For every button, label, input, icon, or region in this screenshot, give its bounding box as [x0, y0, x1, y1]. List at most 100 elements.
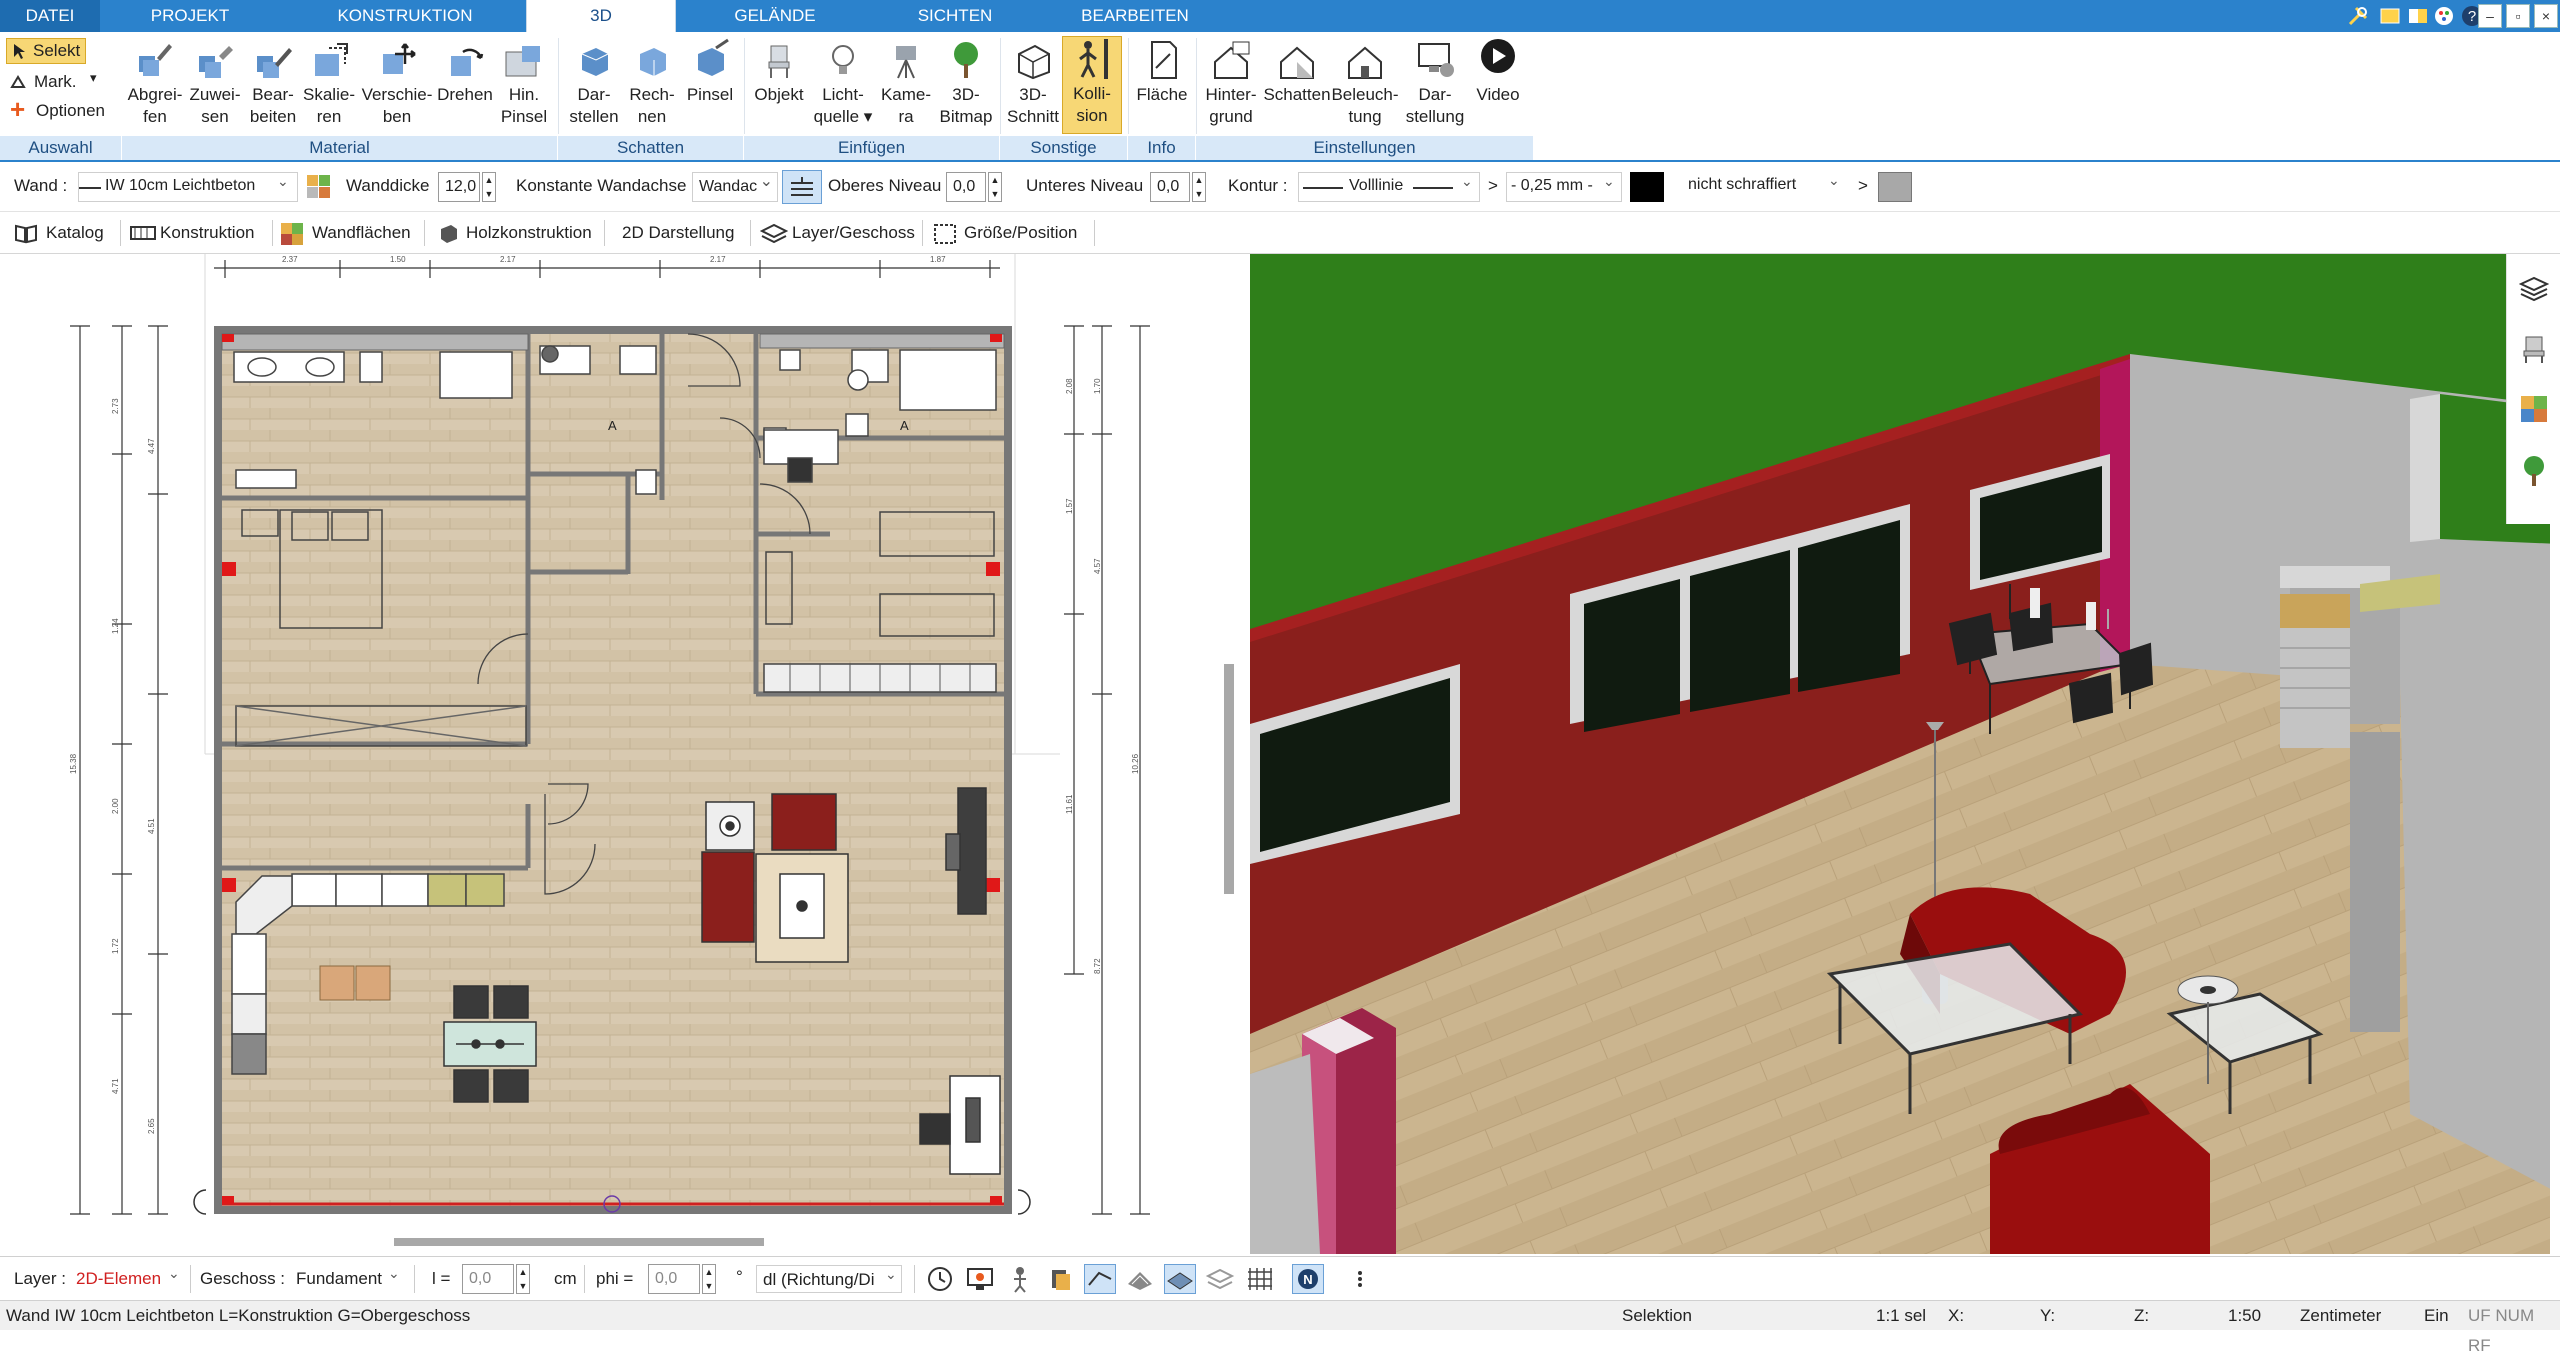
wandflaechen-button[interactable]: Wandflächen [280, 219, 420, 247]
mark-button[interactable]: Mark. ▾ [10, 70, 100, 94]
unteres-niveau-input[interactable]: 0,0 [1150, 172, 1190, 202]
wall-material-icon[interactable] [306, 174, 332, 200]
line-color-swatch[interactable] [1630, 172, 1664, 202]
tab-3d[interactable]: 3D [526, 0, 676, 32]
stack-icon[interactable] [1044, 1264, 1076, 1294]
abgreifen-button[interactable]: Abgrei- fen [122, 38, 188, 128]
floor-plan-view[interactable]: 2.37 1.50 2.17 2.17 1.87 2.73 4.47 1.24 … [0, 254, 1246, 1254]
konstruktion-panel-label: Konstruktion [160, 223, 255, 242]
tab-bearbeiten[interactable]: BEARBEITEN [1040, 0, 1230, 32]
surface-view-icon[interactable] [1164, 1264, 1196, 1294]
3d-view[interactable] [1250, 254, 2560, 1254]
layers-stack-icon[interactable] [1204, 1264, 1236, 1294]
phi-stepper[interactable]: ▲ ▼ [702, 1264, 716, 1294]
wand-type-dropdown[interactable]: IW 10cm Leichtbeton ⌄ [78, 172, 298, 202]
schatten-pinsel-button[interactable]: Pinsel [680, 38, 740, 106]
materials-icon[interactable] [2519, 394, 2549, 424]
flaeche-button[interactable]: Fläche [1132, 38, 1192, 106]
bearbeiten-button[interactable]: Bear- beiten [242, 38, 304, 128]
mark-label: Mark. [34, 72, 77, 91]
restore-button[interactable]: ▫ [2506, 4, 2530, 28]
wanddicke-input[interactable]: 12,0 [438, 172, 480, 202]
direction-value: dl (Richtung/Di [763, 1270, 875, 1289]
more-options-icon[interactable] [1344, 1264, 1376, 1294]
group-label-auswahl: Auswahl [0, 136, 122, 160]
phi-input[interactable]: 0,0 [648, 1264, 700, 1294]
oberes-niveau-stepper[interactable]: ▲ ▼ [988, 172, 1002, 202]
schraffur-more-arrow[interactable]: > [1858, 176, 1868, 196]
kollision-button[interactable]: Kolli- sion [1062, 36, 1122, 134]
status-selection: 1:1 sel [1876, 1306, 1927, 1325]
oberes-niveau-input[interactable]: 0,0 [946, 172, 986, 202]
status-scale: 1:50 [2228, 1306, 2262, 1325]
hatch-icon[interactable] [1124, 1264, 1156, 1294]
tab-sichten[interactable]: SICHTEN [880, 0, 1030, 32]
holzkonstruktion-button[interactable]: Holzkonstruktion [438, 219, 598, 247]
abgreifen-label-1: Abgrei- [127, 85, 183, 104]
drehen-button[interactable]: Drehen [434, 38, 496, 106]
layer-geschoss-button[interactable]: Layer/Geschoss [760, 219, 920, 247]
monitor-icon[interactable] [964, 1264, 996, 1294]
kontur-dropdown[interactable]: Volllinie ⌄ [1298, 172, 1480, 202]
direction-dropdown[interactable]: dl (Richtung/Di ⌄ [756, 1265, 902, 1293]
konstruktion-panel-button[interactable]: Konstruktion [130, 219, 270, 247]
unteres-niveau-stepper[interactable]: ▲ ▼ [1192, 172, 1206, 202]
layer-value: 2D-Elemen [76, 1269, 162, 1288]
dim-left-7: 4.71 [111, 1078, 120, 1094]
window-layout-icon[interactable] [2378, 4, 2402, 28]
verschieben-button[interactable]: Verschie- ben [356, 38, 438, 128]
schatten-settings-label-1: Schatten [1263, 85, 1331, 104]
minimize-button[interactable]: – [2478, 4, 2502, 28]
hintergrund-button[interactable]: Hinter- grund [1198, 38, 1264, 128]
close-button[interactable]: × [2534, 4, 2558, 28]
collision-person-icon [1079, 39, 1108, 79]
wall-view-icon[interactable] [1084, 1264, 1116, 1294]
objekt-button[interactable]: Objekt [748, 38, 810, 106]
tab-datei[interactable]: DATEI [0, 0, 100, 32]
tree-icon [954, 42, 978, 78]
beleuchtung-button[interactable]: Beleuch- tung [1330, 38, 1400, 128]
wanddicke-stepper[interactable]: ▲ ▼ [482, 172, 496, 202]
stroke-width-dropdown[interactable]: - 0,25 mm - ⌄ [1506, 172, 1622, 202]
darstellung-settings-button[interactable]: Dar- stellung [1400, 38, 1470, 128]
3d-bitmap-button[interactable]: 3D- Bitmap [934, 38, 998, 128]
plants-tree-icon[interactable] [2519, 454, 2549, 488]
3d-schnitt-button[interactable]: 3D- Schnitt [1004, 38, 1062, 128]
fill-color-swatch[interactable] [1878, 172, 1912, 202]
window-split-icon[interactable] [2406, 4, 2430, 28]
length-stepper[interactable]: ▲ ▼ [516, 1264, 530, 1294]
schatten-settings-button[interactable]: Schatten [1262, 38, 1332, 106]
schatten-darstellen-button[interactable]: Dar- stellen [562, 38, 626, 128]
layers-icon[interactable] [2518, 274, 2550, 304]
katalog-button[interactable]: Katalog [14, 219, 114, 247]
selekt-button[interactable]: Selekt [6, 38, 86, 64]
lichtquelle-button[interactable]: Licht- quelle ▾ [808, 38, 878, 128]
schraffur-dropdown[interactable]: nicht schraffiert ⌄ [1680, 172, 1850, 202]
object-chair-icon[interactable] [2519, 334, 2549, 364]
palette-icon[interactable] [2432, 4, 2456, 28]
geschoss-dropdown[interactable]: Fundament ⌄ [290, 1265, 406, 1293]
tab-gelaende[interactable]: GELÄNDE [690, 0, 860, 32]
figure-view-icon[interactable] [1004, 1264, 1036, 1294]
layer-dropdown[interactable]: 2D-Elemen ⌄ [70, 1265, 186, 1293]
tab-konstruktion[interactable]: KONSTRUKTION [300, 0, 510, 32]
optionen-button[interactable]: + Optionen [10, 94, 120, 124]
tab-projekt[interactable]: PROJEKT [110, 0, 270, 32]
schatten-rechnen-button[interactable]: Rech- nen [622, 38, 682, 128]
clock-icon[interactable] [924, 1264, 956, 1294]
zuweisen-button[interactable]: Zuwei- sen [184, 38, 246, 128]
length-input[interactable]: 0,0 [462, 1264, 514, 1294]
tools-icon[interactable] [2346, 4, 2370, 28]
2d-darstellung-button[interactable]: 2D Darstellung [622, 219, 742, 247]
wall-axis-icon[interactable] [782, 170, 822, 204]
kamera-button[interactable]: Kame- ra [876, 38, 936, 128]
geschoss-label: Geschoss : [200, 1269, 286, 1288]
hin-pinsel-button[interactable]: Hin. Pinsel [494, 38, 554, 128]
achse-dropdown[interactable]: Wandac [692, 168, 778, 202]
kontur-more-arrow[interactable]: > [1488, 176, 1498, 196]
groesse-position-button[interactable]: Größe/Position [932, 219, 1092, 247]
video-button[interactable]: Video [1468, 38, 1528, 106]
north-arrow-icon[interactable]: N [1292, 1264, 1324, 1294]
grid-icon[interactable] [1244, 1264, 1276, 1294]
skalieren-button[interactable]: Skalie- ren [298, 38, 360, 128]
